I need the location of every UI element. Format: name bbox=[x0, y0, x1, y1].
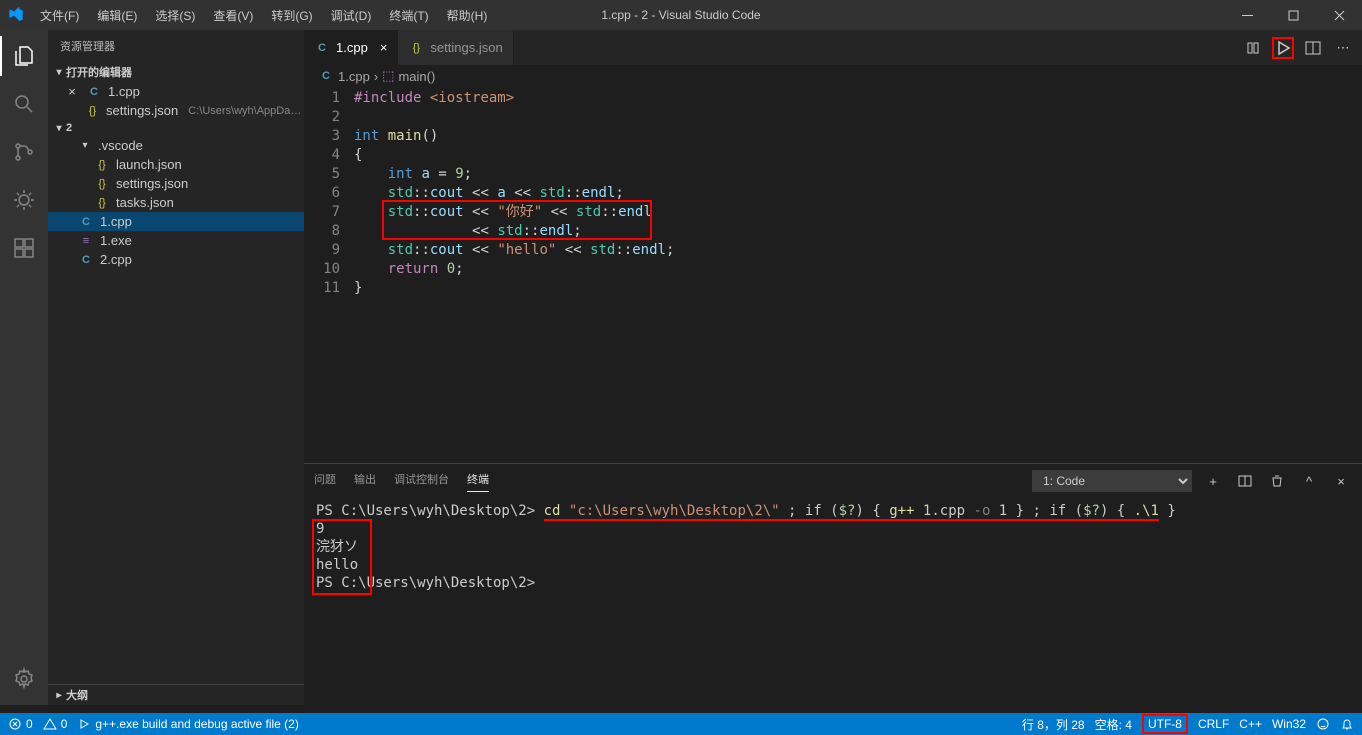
settings-gear-icon[interactable] bbox=[0, 659, 48, 699]
tab-1cpp[interactable]: C1.cpp× bbox=[304, 30, 398, 65]
cpp-file-icon: C bbox=[314, 42, 330, 54]
file-tasksjson[interactable]: {}tasks.json bbox=[48, 193, 304, 212]
menu-view[interactable]: 查看(V) bbox=[205, 3, 261, 28]
status-lang[interactable]: C++ bbox=[1239, 717, 1262, 731]
status-warnings[interactable]: 0 bbox=[43, 717, 68, 731]
maximize-button[interactable] bbox=[1270, 0, 1316, 30]
sidebar-title: 资源管理器 bbox=[48, 30, 304, 62]
explorer-icon[interactable] bbox=[0, 36, 48, 76]
terminal[interactable]: PS C:\Users\wyh\Desktop\2> cd "c:\Users\… bbox=[304, 494, 1362, 713]
highlight-box-terminal bbox=[312, 519, 372, 595]
search-icon[interactable] bbox=[0, 84, 48, 124]
json-file-icon: {} bbox=[85, 105, 100, 117]
workspace-header[interactable]: ▾2 bbox=[48, 120, 304, 136]
window-title: 1.cpp - 2 - Visual Studio Code bbox=[601, 8, 760, 22]
kill-terminal-icon[interactable] bbox=[1266, 470, 1288, 492]
extensions-icon[interactable] bbox=[0, 228, 48, 268]
status-eol[interactable]: CRLF bbox=[1198, 717, 1229, 731]
exe-file-icon: ≡ bbox=[78, 235, 94, 247]
debug-icon[interactable] bbox=[0, 180, 48, 220]
close-window-button[interactable] bbox=[1316, 0, 1362, 30]
menu-edit[interactable]: 编辑(E) bbox=[89, 3, 145, 28]
close-panel-icon[interactable]: × bbox=[1330, 470, 1352, 492]
bottom-panel: 问题 输出 调试控制台 终端 1: Code + ^ × PS C:\Users… bbox=[304, 463, 1362, 713]
maximize-panel-icon[interactable]: ^ bbox=[1298, 470, 1320, 492]
status-build[interactable]: g++.exe build and debug active file (2) bbox=[77, 717, 298, 731]
menu-selection[interactable]: 选择(S) bbox=[147, 3, 203, 28]
symbol-icon: ⬚ bbox=[382, 68, 394, 84]
file-1exe[interactable]: ≡1.exe bbox=[48, 231, 304, 250]
panel-tab-debugconsole[interactable]: 调试控制台 bbox=[394, 471, 449, 492]
new-terminal-icon[interactable]: + bbox=[1202, 470, 1224, 492]
titlebar: 文件(F) 编辑(E) 选择(S) 查看(V) 转到(G) 调试(D) 终端(T… bbox=[0, 0, 1362, 30]
file-launchjson[interactable]: {}launch.json bbox=[48, 155, 304, 174]
menu-goto[interactable]: 转到(G) bbox=[263, 3, 320, 28]
cpp-file-icon: C bbox=[86, 86, 102, 98]
run-button[interactable] bbox=[1272, 37, 1294, 59]
json-file-icon: {} bbox=[94, 159, 110, 171]
close-icon[interactable]: × bbox=[380, 40, 388, 55]
minimap[interactable] bbox=[1248, 147, 1348, 267]
menu-debug[interactable]: 调试(D) bbox=[323, 3, 380, 28]
file-settingsjson[interactable]: {}settings.json bbox=[48, 174, 304, 193]
menu-terminal[interactable]: 终端(T) bbox=[381, 3, 436, 28]
vscode-logo-icon bbox=[8, 7, 24, 23]
panel-tab-terminal[interactable]: 终端 bbox=[467, 471, 489, 492]
cpp-file-icon: C bbox=[78, 216, 94, 228]
status-linecol[interactable]: 行 8，列 28 bbox=[1022, 716, 1085, 733]
file-1cpp[interactable]: C1.cpp bbox=[48, 212, 304, 231]
highlight-box-code bbox=[382, 200, 652, 240]
close-icon[interactable]: × bbox=[64, 84, 80, 99]
status-encoding[interactable]: UTF-8 bbox=[1142, 714, 1188, 734]
cpp-file-icon: C bbox=[318, 70, 334, 82]
menu-file[interactable]: 文件(F) bbox=[32, 3, 87, 28]
file-2cpp[interactable]: C2.cpp bbox=[48, 250, 304, 269]
status-spaces[interactable]: 空格: 4 bbox=[1095, 716, 1132, 733]
statusbar: 0 0 g++.exe build and debug active file … bbox=[0, 713, 1362, 735]
open-editor-settingsjson[interactable]: {}settings.jsonC:\Users\wyh\AppData\... bbox=[48, 101, 304, 120]
outline-header[interactable]: ▸大纲 bbox=[48, 684, 304, 705]
status-os[interactable]: Win32 bbox=[1272, 717, 1306, 731]
status-bell-icon[interactable] bbox=[1340, 717, 1354, 731]
source-control-icon[interactable] bbox=[0, 132, 48, 172]
json-file-icon: {} bbox=[94, 178, 110, 190]
breadcrumb[interactable]: C 1.cpp › ⬚ main() bbox=[304, 65, 1362, 87]
panel-tab-problems[interactable]: 问题 bbox=[314, 471, 336, 492]
open-editors-header[interactable]: ▾打开的编辑器 bbox=[48, 62, 304, 82]
split-editor-icon[interactable] bbox=[1302, 37, 1324, 59]
tabs-bar: C1.cpp× {}settings.json ⋯ bbox=[304, 30, 1362, 65]
menu-help[interactable]: 帮助(H) bbox=[439, 3, 496, 28]
more-icon[interactable]: ⋯ bbox=[1332, 37, 1354, 59]
open-editor-1cpp[interactable]: ×C1.cpp bbox=[48, 82, 304, 101]
terminal-select[interactable]: 1: Code bbox=[1032, 470, 1192, 492]
json-file-icon: {} bbox=[94, 197, 110, 209]
folder-vscode[interactable]: ▾.vscode bbox=[48, 136, 304, 155]
sidebar-explorer: 资源管理器 ▾打开的编辑器 × C1.cpp {}settings.jsonC:\… bbox=[48, 30, 304, 705]
tab-settingsjson[interactable]: {}settings.json bbox=[398, 30, 513, 65]
split-terminal-icon[interactable] bbox=[1234, 470, 1256, 492]
json-file-icon: {} bbox=[408, 42, 424, 54]
minimize-button[interactable] bbox=[1224, 0, 1270, 30]
status-errors[interactable]: 0 bbox=[8, 717, 33, 731]
cpp-file-icon: C bbox=[78, 254, 94, 266]
menubar: 文件(F) 编辑(E) 选择(S) 查看(V) 转到(G) 调试(D) 终端(T… bbox=[32, 3, 495, 28]
status-feedback-icon[interactable] bbox=[1316, 717, 1330, 731]
compare-icon[interactable] bbox=[1242, 37, 1264, 59]
activitybar bbox=[0, 30, 48, 705]
panel-tab-output[interactable]: 输出 bbox=[354, 471, 376, 492]
